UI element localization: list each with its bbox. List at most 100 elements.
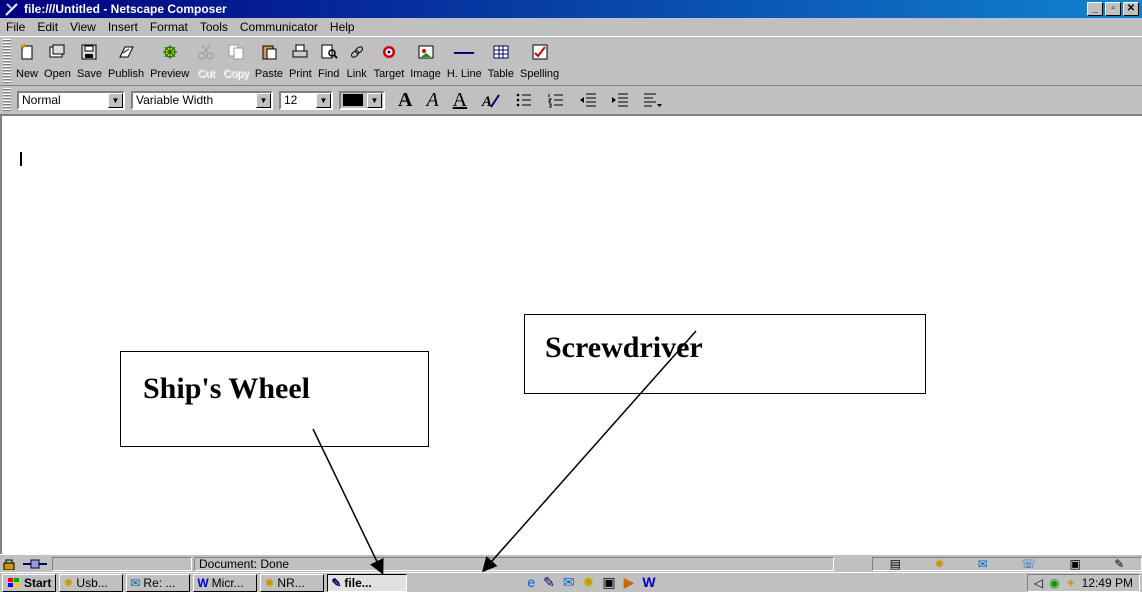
underline-icon[interactable]: A <box>453 89 467 112</box>
font-size-select[interactable]: 12 ▼ <box>279 90 333 110</box>
discussions-icon[interactable]: ☏ <box>1021 557 1036 571</box>
copy-icon <box>225 41 247 63</box>
preview-button[interactable]: Preview <box>147 41 192 80</box>
menu-edit[interactable]: Edit <box>31 20 64 34</box>
publish-button[interactable]: Publish <box>105 41 147 80</box>
menu-bar: File Edit View Insert Format Tools Commu… <box>0 18 1142 36</box>
menu-format[interactable]: Format <box>144 20 194 34</box>
word-launch-icon[interactable]: W <box>642 574 655 591</box>
maximize-button[interactable]: ▫ <box>1105 2 1121 16</box>
composition-toolbar: New Open Save Publish Preview Cut Copy P… <box>0 36 1142 86</box>
word-app-icon: W <box>197 575 209 590</box>
new-page-icon <box>16 41 38 63</box>
print-label: Print <box>289 68 312 80</box>
menu-file[interactable]: File <box>0 20 31 34</box>
italic-icon[interactable]: A <box>426 89 438 112</box>
spelling-button[interactable]: Spelling <box>517 41 562 80</box>
navigator-launch-icon[interactable]: ✹ <box>583 574 595 591</box>
internet-explorer-icon[interactable]: e <box>527 574 535 591</box>
font-color-select[interactable]: ▼ <box>339 90 385 110</box>
target-button[interactable]: Target <box>371 41 408 80</box>
taskbar-button-file[interactable]: ✎ file... <box>327 573 408 592</box>
quick-launch: e ✎ ✉ ✹ ▣ ▶ W <box>527 574 655 591</box>
print-button[interactable]: Print <box>286 41 315 80</box>
tray-app-icon[interactable]: ✦ <box>1066 576 1076 590</box>
alignment-icon[interactable] <box>643 92 663 108</box>
windows-taskbar: Start ✹ Usb... ✉ Re: ... W Micr... ✹ NR... ✎… <box>0 572 1142 592</box>
mail-app-icon: ✉ <box>130 575 141 590</box>
network-icon[interactable]: ◉ <box>1049 576 1059 590</box>
menu-tools[interactable]: Tools <box>194 20 234 34</box>
numbered-list-icon[interactable] <box>547 92 565 108</box>
menu-insert[interactable]: Insert <box>102 20 144 34</box>
new-button[interactable]: New <box>13 41 41 80</box>
cut-button[interactable]: Cut <box>192 41 220 80</box>
clock[interactable]: 12:49 PM <box>1082 576 1133 590</box>
increase-indent-icon[interactable] <box>611 92 629 108</box>
open-button[interactable]: Open <box>41 41 74 80</box>
target-icon <box>378 41 400 63</box>
task-label: Usb... <box>76 575 108 590</box>
link-label: Link <box>346 68 367 80</box>
table-button[interactable]: Table <box>485 41 517 80</box>
task-label: Re: ... <box>143 575 176 590</box>
save-button[interactable]: Save <box>74 41 105 80</box>
security-lock-icon[interactable] <box>0 558 20 570</box>
save-icon <box>78 41 100 63</box>
start-button[interactable]: Start <box>2 573 57 592</box>
mail-launch-icon[interactable]: ✉ <box>563 574 575 591</box>
close-button[interactable]: ✕ <box>1123 2 1139 16</box>
composer-app-icon: ✎ <box>331 575 342 590</box>
taskbar-button-micr[interactable]: W Micr... <box>193 573 258 592</box>
connection-status-icon <box>20 559 50 569</box>
bullet-list-icon[interactable] <box>515 92 533 108</box>
chevron-down-icon[interactable]: ▼ <box>367 92 382 108</box>
minimize-button[interactable]: _ <box>1087 2 1103 16</box>
menu-view[interactable]: View <box>64 20 102 34</box>
chevron-down-icon[interactable]: ▼ <box>256 92 271 108</box>
ships-wheel-label: Ship's Wheel <box>143 372 311 405</box>
ships-wheel-callout: Ship's Wheel <box>120 351 429 447</box>
cut-icon <box>195 41 217 63</box>
mail-icon[interactable]: ✉ <box>978 557 988 571</box>
svg-text:A: A <box>481 94 492 109</box>
link-button[interactable]: Link <box>343 41 371 80</box>
copy-button[interactable]: Copy <box>220 41 252 80</box>
publish-label: Publish <box>108 68 145 80</box>
link-icon <box>346 41 368 63</box>
font-select[interactable]: Variable Width ▼ <box>131 90 273 110</box>
bold-icon[interactable]: A <box>398 89 412 112</box>
screwdriver-callout: Screwdriver <box>524 314 926 394</box>
navigator-icon[interactable]: ▤ <box>890 557 901 571</box>
taskbar-button-usb[interactable]: ✹ Usb... <box>59 573 124 592</box>
taskbar-button-re[interactable]: ✉ Re: ... <box>126 573 191 592</box>
paste-button[interactable]: Paste <box>252 41 286 80</box>
paragraph-style-value: Normal <box>22 93 61 107</box>
clear-styles-icon[interactable]: A <box>481 91 501 109</box>
paragraph-style-select[interactable]: Normal ▼ <box>17 90 125 110</box>
taskbar-button-nr[interactable]: ✹ NR... <box>260 573 325 592</box>
address-book-icon[interactable]: ▣ <box>1070 557 1081 571</box>
toolbar-grip[interactable] <box>3 39 11 83</box>
horizontal-line-label: H. Line <box>446 68 482 80</box>
menu-communicator[interactable]: Communicator <box>234 20 324 34</box>
composer-icon[interactable]: ✎ <box>1114 557 1124 571</box>
menu-help[interactable]: Help <box>324 20 361 34</box>
cut-label: Cut <box>197 68 215 80</box>
find-button[interactable]: Find <box>315 41 343 80</box>
image-button[interactable]: Image <box>407 41 444 80</box>
composer-launch-icon[interactable]: ✎ <box>543 574 555 591</box>
format-toolbar: Normal ▼ Variable Width ▼ 12 ▼ ▼ A A A A <box>0 86 1142 116</box>
preview-icon <box>159 41 181 63</box>
chevron-down-icon[interactable]: ▼ <box>108 92 123 108</box>
chevron-down-icon[interactable]: ▼ <box>316 92 331 108</box>
decrease-indent-icon[interactable] <box>579 92 597 108</box>
horizontal-line-button[interactable]: H. Line <box>444 41 485 80</box>
task-label: file... <box>344 575 372 590</box>
volume-icon[interactable]: ◁ <box>1034 576 1043 590</box>
format-toolbar-grip[interactable] <box>3 88 11 112</box>
media-player-icon[interactable]: ▶ <box>624 574 635 591</box>
component-bar: ▤ ✹ ✉ ☏ ▣ ✎ <box>872 556 1142 571</box>
messenger-icon[interactable]: ✹ <box>934 557 944 571</box>
desktop-icon[interactable]: ▣ <box>602 574 615 591</box>
